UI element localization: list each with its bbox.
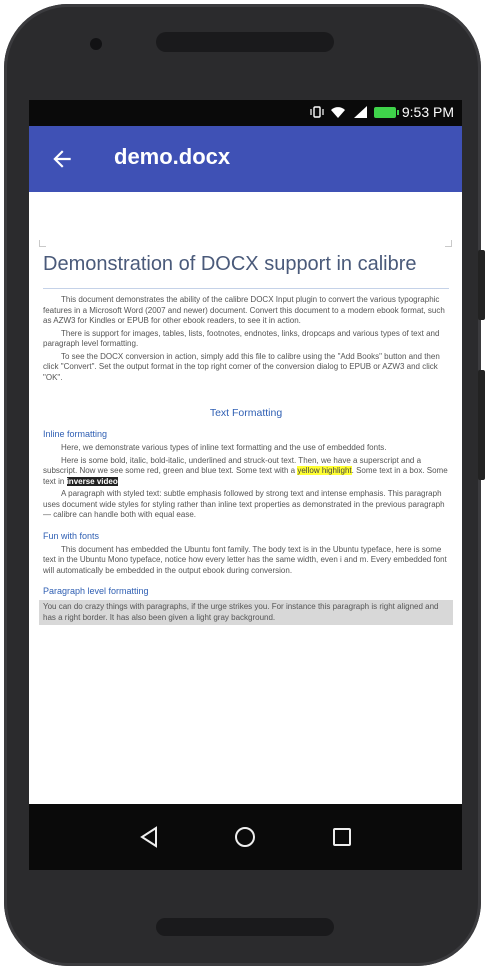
subheading-fonts: Fun with fonts: [43, 530, 100, 541]
arrow-back-icon[interactable]: [49, 146, 75, 172]
doc-heading: Demonstration of DOCX support in calibre: [43, 253, 417, 275]
battery-icon: [373, 106, 399, 118]
body-paragraph: This document has embedded the Ubuntu fo…: [43, 544, 447, 575]
circle-home-icon[interactable]: [233, 825, 257, 849]
front-camera: [90, 38, 102, 50]
signal-icon: [353, 106, 367, 118]
subheading-inline: Inline formatting: [43, 429, 108, 439]
status-bar: 9:53 PM: [29, 100, 462, 126]
subheading-paragraph: Paragraph level formatting: [43, 586, 149, 596]
square-recent-icon[interactable]: [330, 825, 354, 849]
bottom-speaker: [156, 918, 334, 936]
body-paragraph: Here is some bold, italic, bold-italic, …: [43, 456, 449, 488]
app-bar: demo.docx: [29, 126, 462, 192]
wifi-icon: [330, 107, 345, 118]
title-divider: [43, 288, 449, 289]
intro-paragraph: There is support for images, tables, lis…: [43, 328, 440, 349]
intro-paragraph: To see the DOCX conversion in action, si…: [43, 351, 440, 382]
yellow-highlight: yellow highlight: [297, 466, 352, 475]
inverse-video: inverse video: [66, 476, 118, 486]
screen: 9:53 PM demo.docx Demonstration of DOCX …: [29, 100, 462, 870]
gray-paragraph-block: You can do crazy things with paragraphs,…: [39, 600, 453, 625]
vibrate-icon: [310, 106, 324, 118]
power-button: [478, 370, 485, 480]
volume-button: [478, 250, 485, 320]
document-page: Demonstration of DOCX support in calibre…: [39, 236, 453, 625]
earpiece-speaker: [156, 32, 334, 52]
body-paragraph: A paragraph with styled text: subtle emp…: [43, 489, 445, 519]
body-paragraph: Here, we demonstrate various types of in…: [61, 443, 387, 452]
navigation-bar: [29, 804, 462, 870]
intro-paragraph: This document demonstrates the ability o…: [43, 295, 445, 325]
section-heading: Text Formatting: [209, 407, 283, 419]
status-time: 9:53 PM: [401, 104, 454, 120]
document-title: demo.docx: [114, 144, 231, 169]
status-icons: 9:53 PM: [310, 104, 454, 120]
triangle-back-icon[interactable]: [137, 825, 161, 849]
document-viewer[interactable]: Demonstration of DOCX support in calibre…: [29, 192, 462, 804]
phone-frame: 9:53 PM demo.docx Demonstration of DOCX …: [4, 4, 481, 966]
